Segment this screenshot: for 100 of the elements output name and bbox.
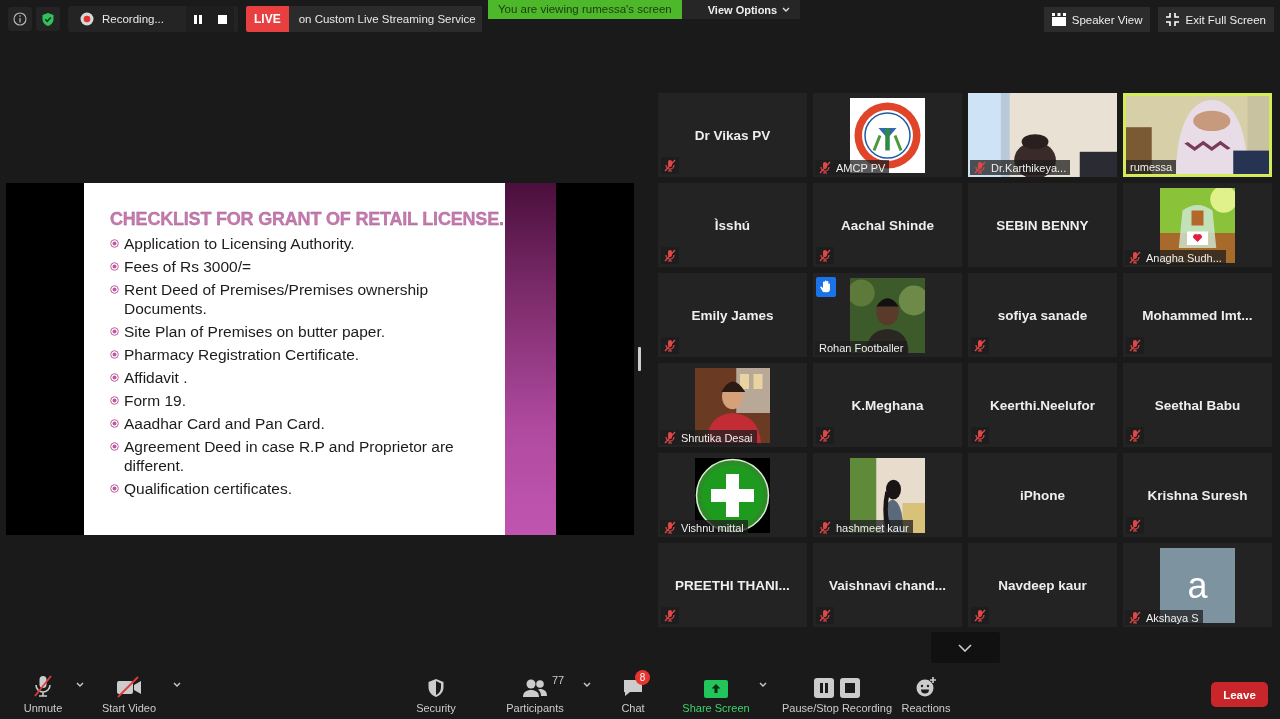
pause-stop-icon: [814, 678, 860, 698]
participant-name: rumessa: [1130, 161, 1173, 173]
reactions-button[interactable]: Reactions: [898, 674, 954, 719]
participant-name: hashmeet kaur: [836, 521, 909, 534]
reactions-icon: [915, 676, 937, 698]
unmute-button[interactable]: Unmute: [13, 674, 73, 719]
video-tile[interactable]: Ìsshú: [658, 183, 807, 267]
leave-button[interactable]: Leave: [1211, 682, 1268, 707]
video-tile[interactable]: AMCP PV: [813, 93, 962, 177]
video-tile[interactable]: a Akshaya S: [1123, 543, 1272, 627]
pause-icon: [194, 14, 202, 24]
bullet-icon: [110, 442, 119, 451]
chevron-down-icon: [958, 643, 972, 652]
participant-name: Seethal Babu: [1154, 397, 1241, 413]
video-tile[interactable]: Shrutika Desai: [658, 363, 807, 447]
video-tile[interactable]: SEBIN BENNY: [968, 183, 1117, 267]
speaker-view-button[interactable]: Speaker View: [1043, 7, 1151, 32]
bullet-text: Qualification certificates.: [124, 479, 292, 498]
video-tile[interactable]: rumessa: [1123, 93, 1272, 177]
resize-handle[interactable]: [638, 347, 641, 371]
unread-badge: 8: [635, 670, 650, 685]
video-tile[interactable]: Dr Vikas PV: [658, 93, 807, 177]
caret-icon[interactable]: [173, 682, 181, 688]
participant-name: sofiya sanade: [997, 307, 1088, 323]
security-button[interactable]: Security: [396, 674, 476, 719]
bullet-icon: [110, 285, 119, 294]
video-tile[interactable]: Navdeep kaur: [968, 543, 1117, 627]
exit-full-screen-icon: [1166, 13, 1180, 26]
participant-name: AMCP PV: [836, 161, 886, 174]
participant-name: Keerthi.Neelufor: [990, 397, 1095, 413]
shield-icon: [427, 678, 445, 698]
participant-name: Shrutika Desai: [681, 431, 753, 444]
pause-button[interactable]: [186, 6, 210, 32]
bullet-icon: [110, 239, 119, 248]
muted-mic-icon: [32, 674, 54, 698]
exit-full-screen-button[interactable]: Exit Full Screen: [1158, 7, 1274, 32]
participant-count: 77: [552, 674, 565, 686]
bullet-text: Form 19.: [124, 391, 186, 410]
participant-name: Rohan Footballer: [819, 342, 904, 354]
participant-name: iPhone: [1020, 487, 1065, 503]
bullet-text: Pharmacy Registration Certificate.: [124, 345, 360, 364]
participant-name: Anagha Sudh...: [1146, 251, 1222, 264]
participant-name: Vishnu mittal: [681, 521, 744, 534]
viewing-banner: You are viewing rumessa's screen: [488, 0, 682, 19]
caret-icon[interactable]: [583, 682, 591, 688]
live-badge: LIVE: [246, 6, 289, 32]
participant-name: Aachal Shinde: [841, 217, 934, 233]
video-tile[interactable]: Emily James: [658, 273, 807, 357]
participant-name: Krishna Suresh: [1147, 487, 1248, 503]
video-off-icon: [116, 676, 142, 698]
participant-name: PREETHI THANI...: [675, 577, 790, 593]
video-tile[interactable]: Mohammed Imt...: [1123, 273, 1272, 357]
live-streaming-status[interactable]: on Custom Live Streaming Service: [288, 6, 482, 32]
people-icon: [522, 678, 548, 698]
caret-icon[interactable]: [76, 682, 84, 688]
video-tile[interactable]: Vishnu mittal: [658, 453, 807, 537]
caret-icon[interactable]: [782, 6, 791, 13]
bullet-icon: [110, 350, 119, 359]
participant-name: Dr.Karthikeya...: [991, 161, 1067, 174]
shield-icon[interactable]: [41, 11, 55, 27]
bullet-icon: [110, 373, 119, 382]
bullet-icon: [110, 396, 119, 405]
video-tile[interactable]: Vaishnavi chand...: [813, 543, 962, 627]
video-tile[interactable]: K.Meghana: [813, 363, 962, 447]
video-tile[interactable]: Anagha Sudh...: [1123, 183, 1272, 267]
participants-button[interactable]: 77 Participants: [490, 674, 580, 719]
bullet-text: Aaadhar Card and Pan Card.: [124, 414, 325, 433]
bullet-text: Agreement Deed in case R.P and Proprietor are different.: [124, 437, 455, 475]
speaker-view-icon: [1051, 13, 1066, 26]
caret-icon[interactable]: [759, 682, 767, 688]
bullet-icon: [110, 419, 119, 428]
view-options-button[interactable]: View Options: [681, 0, 801, 19]
bullet-icon: [110, 484, 119, 493]
video-tile[interactable]: Seethal Babu: [1123, 363, 1272, 447]
share-button[interactable]: Share Screen: [676, 674, 756, 719]
slide-title: CHECKLIST FOR GRANT OF RETAIL LICENSE.: [110, 209, 505, 230]
info-icon[interactable]: [13, 12, 27, 26]
video-tile[interactable]: Krishna Suresh: [1123, 453, 1272, 537]
video-tile[interactable]: Rohan Footballer: [813, 273, 962, 357]
record-icon: [80, 12, 94, 26]
stop-icon: [217, 14, 227, 24]
video-tile[interactable]: Keerthi.Neelufor: [968, 363, 1117, 447]
video-tile[interactable]: iPhone: [968, 453, 1117, 537]
bullet-text: Rent Deed of Premises/Premises ownership Documents.: [124, 280, 430, 318]
recording-status: Recording...: [102, 13, 164, 25]
participant-name: Vaishnavi chand...: [828, 577, 946, 593]
avatar-letter: a: [1187, 564, 1208, 607]
record-button[interactable]: Pause/Stop Recording: [778, 674, 896, 719]
bullet-text: Affidavit .: [124, 368, 188, 387]
participant-name: Akshaya S: [1146, 611, 1199, 624]
video-button[interactable]: Start Video: [88, 674, 170, 719]
stop-button[interactable]: [210, 6, 234, 32]
bullet-text: Fees of Rs 3000/=: [124, 257, 252, 276]
video-tile[interactable]: Aachal Shinde: [813, 183, 962, 267]
video-tile[interactable]: hashmeet kaur: [813, 453, 962, 537]
video-tile[interactable]: PREETHI THANI...: [658, 543, 807, 627]
video-tile[interactable]: sofiya sanade: [968, 273, 1117, 357]
participant-name: Ìsshú: [714, 217, 751, 233]
share-screen-icon: [704, 680, 728, 698]
video-tile[interactable]: Dr.Karthikeya...: [968, 93, 1117, 177]
